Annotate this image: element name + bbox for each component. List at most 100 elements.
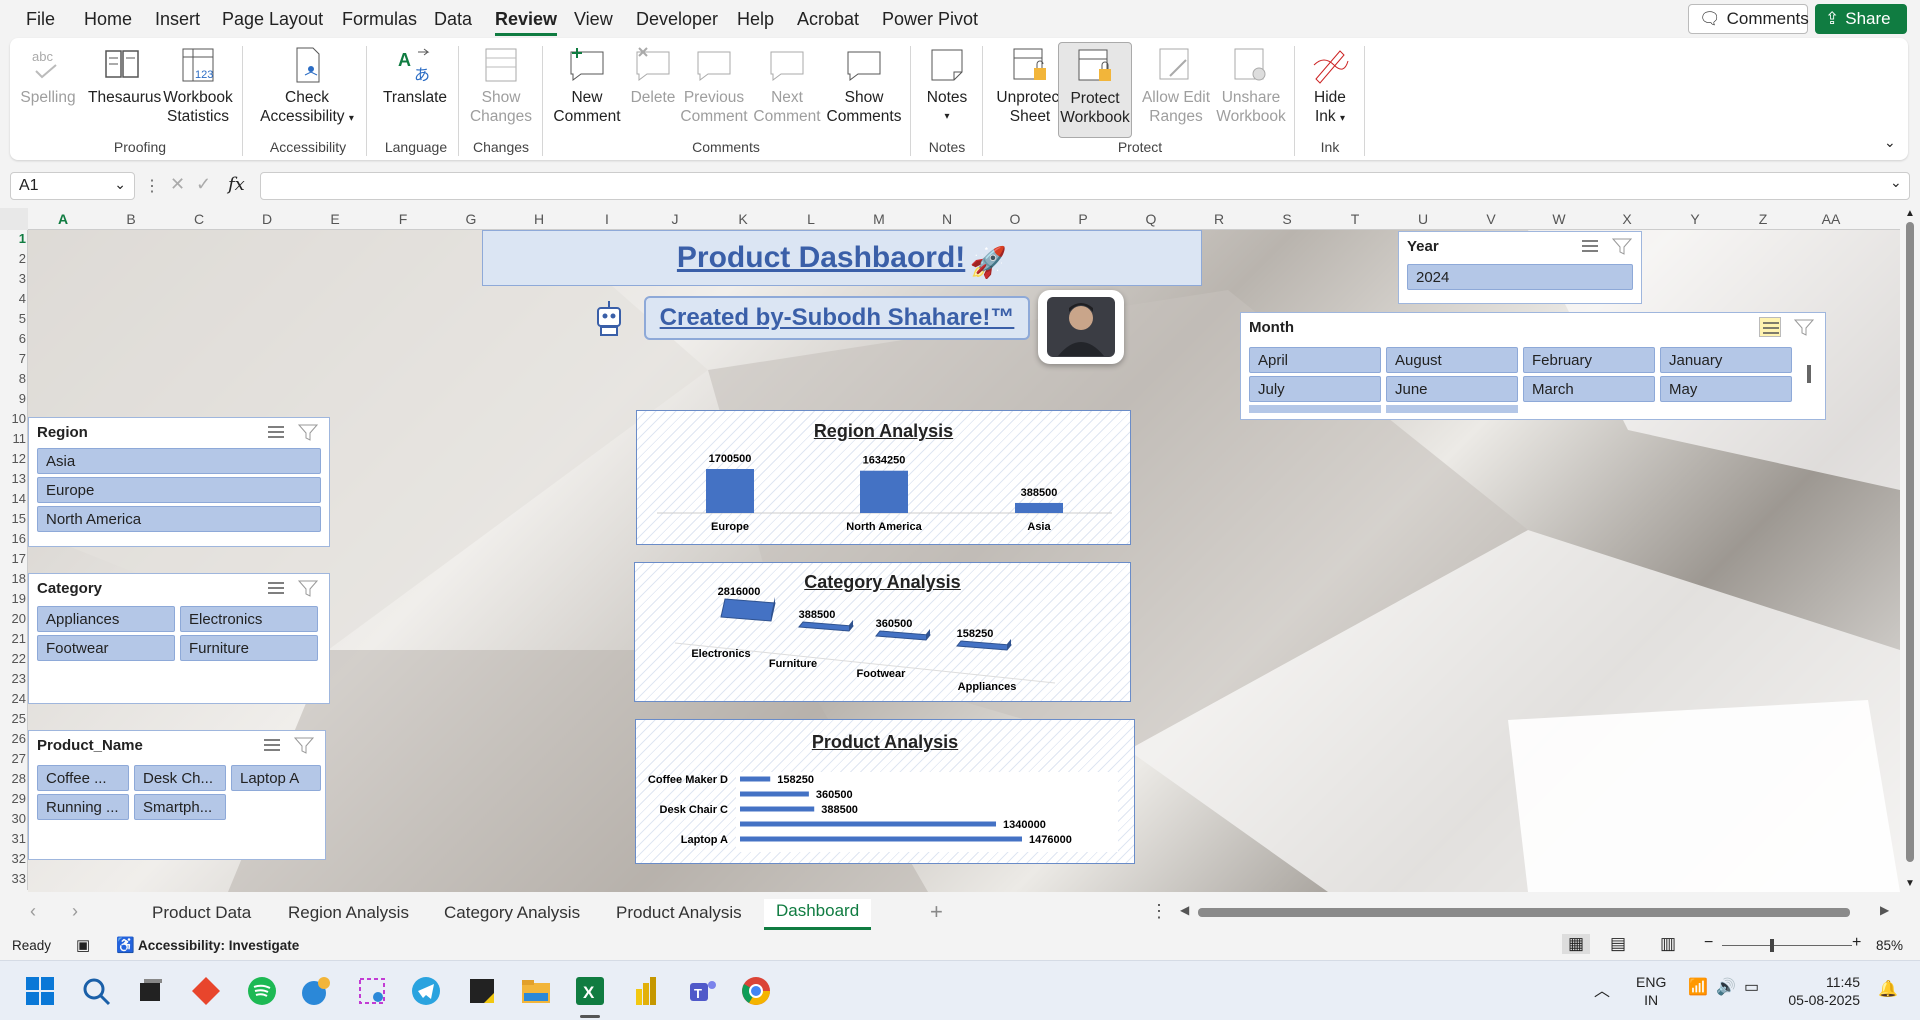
slicer-item[interactable]: Europe bbox=[37, 477, 321, 503]
tab-product-data[interactable]: Product Data bbox=[152, 903, 251, 923]
zoom-slider-thumb[interactable] bbox=[1770, 939, 1774, 952]
unshare-workbook-button[interactable]: Unshare Workbook bbox=[1214, 42, 1288, 138]
menu-view[interactable]: View bbox=[574, 9, 613, 30]
hscroll-right-icon[interactable]: ▶ bbox=[1880, 903, 1889, 917]
slicer-item[interactable]: Desk Ch... bbox=[134, 765, 226, 791]
hscroll-left-icon[interactable]: ◀ bbox=[1180, 903, 1189, 917]
column-header[interactable]: V bbox=[1476, 211, 1506, 227]
row-header[interactable]: 13 bbox=[0, 471, 26, 486]
scroll-up-icon[interactable]: ▲ bbox=[1905, 208, 1915, 219]
slicer-item[interactable]: August bbox=[1386, 347, 1518, 373]
windows-start-icon[interactable] bbox=[24, 975, 56, 1007]
slicer-item[interactable]: April bbox=[1249, 347, 1381, 373]
protect-workbook-button[interactable]: Protect Workbook bbox=[1058, 42, 1132, 138]
clear-filter-icon[interactable] bbox=[1611, 236, 1633, 256]
allow-edit-ranges-button[interactable]: Allow Edit Ranges bbox=[1136, 42, 1216, 138]
column-header[interactable]: R bbox=[1204, 211, 1234, 227]
multi-select-icon[interactable] bbox=[1579, 236, 1601, 256]
row-header[interactable]: 6 bbox=[0, 331, 26, 346]
column-header[interactable]: D bbox=[252, 211, 282, 227]
add-sheet-icon[interactable]: + bbox=[930, 899, 943, 925]
zoom-slider[interactable] bbox=[1722, 945, 1852, 946]
zoom-out-icon[interactable]: − bbox=[1704, 934, 1713, 952]
slicer-item[interactable]: Appliances bbox=[37, 606, 175, 632]
column-header[interactable]: B bbox=[116, 211, 146, 227]
translate-button[interactable]: Aあ Translate bbox=[376, 42, 454, 138]
hide-ink-button[interactable]: Hide Ink ▾ bbox=[1304, 42, 1356, 138]
slicer-item[interactable]: Smartph... bbox=[134, 794, 226, 820]
row-header[interactable]: 7 bbox=[0, 351, 26, 366]
row-header[interactable]: 19 bbox=[0, 591, 26, 606]
slicer-item[interactable]: January bbox=[1660, 347, 1792, 373]
row-header[interactable]: 3 bbox=[0, 271, 26, 286]
column-header[interactable]: N bbox=[932, 211, 962, 227]
share-button[interactable]: ⇪ Share bbox=[1815, 4, 1907, 34]
clear-filter-icon[interactable] bbox=[293, 735, 315, 755]
multi-select-icon[interactable] bbox=[1759, 317, 1781, 337]
row-header[interactable]: 8 bbox=[0, 371, 26, 386]
normal-view-icon[interactable]: ▦ bbox=[1562, 934, 1591, 954]
search-icon[interactable] bbox=[80, 975, 112, 1007]
tab-scroll-left-icon[interactable]: ‹ bbox=[30, 901, 36, 922]
show-comments-button[interactable]: Show Comments bbox=[822, 42, 906, 138]
teams-icon[interactable]: T bbox=[686, 975, 718, 1007]
row-header[interactable]: 15 bbox=[0, 511, 26, 526]
slicer-item-partial[interactable] bbox=[1386, 405, 1518, 413]
more-options-icon[interactable]: ⋮ bbox=[144, 176, 160, 196]
page-break-view-icon[interactable]: ▥ bbox=[1660, 934, 1676, 954]
row-header[interactable]: 5 bbox=[0, 311, 26, 326]
slicer-item[interactable]: February bbox=[1523, 347, 1655, 373]
vertical-scrollbar[interactable]: ▲ ▼ bbox=[1902, 208, 1918, 894]
battery-icon[interactable]: ▭ bbox=[1744, 977, 1759, 997]
row-header[interactable]: 27 bbox=[0, 751, 26, 766]
column-header[interactable]: A bbox=[48, 211, 78, 227]
menu-developer[interactable]: Developer bbox=[636, 9, 718, 30]
menu-formulas[interactable]: Formulas bbox=[342, 9, 417, 30]
multi-select-icon[interactable] bbox=[265, 578, 287, 598]
page-layout-view-icon[interactable]: ▤ bbox=[1610, 934, 1626, 954]
multi-select-icon[interactable] bbox=[261, 735, 283, 755]
menu-help[interactable]: Help bbox=[737, 9, 774, 30]
task-view-icon[interactable] bbox=[134, 975, 166, 1007]
file-explorer-icon[interactable] bbox=[520, 975, 552, 1007]
multi-select-icon[interactable] bbox=[265, 422, 287, 442]
row-header[interactable]: 28 bbox=[0, 771, 26, 786]
volume-icon[interactable]: 🔊 bbox=[1716, 977, 1736, 997]
slicer-item[interactable]: Running ... bbox=[37, 794, 129, 820]
tab-scroll-right-icon[interactable]: › bbox=[72, 901, 78, 922]
row-header[interactable]: 9 bbox=[0, 391, 26, 406]
expand-formula-icon[interactable]: ⌄ bbox=[1890, 174, 1902, 191]
row-header[interactable]: 14 bbox=[0, 491, 26, 506]
row-header[interactable]: 16 bbox=[0, 531, 26, 546]
row-header[interactable]: 11 bbox=[0, 431, 27, 446]
column-header[interactable]: I bbox=[592, 211, 622, 227]
more-sheets-icon[interactable]: ⋮ bbox=[1150, 901, 1168, 922]
power-bi-icon[interactable] bbox=[630, 975, 662, 1007]
column-header[interactable]: P bbox=[1068, 211, 1098, 227]
thesaurus-button[interactable]: Thesaurus bbox=[88, 42, 161, 138]
slicer-item[interactable]: Electronics bbox=[180, 606, 318, 632]
show-changes-button[interactable]: Show Changes bbox=[464, 42, 538, 138]
row-header[interactable]: 21 bbox=[0, 631, 26, 646]
sticky-notes-icon[interactable] bbox=[466, 975, 498, 1007]
slicer-item[interactable]: July bbox=[1249, 376, 1381, 402]
slicer-item[interactable]: June bbox=[1386, 376, 1518, 402]
macro-recording-icon[interactable]: ▣ bbox=[76, 936, 90, 954]
notes-button[interactable]: Notes ▾ bbox=[916, 42, 978, 138]
slicer-item[interactable]: May bbox=[1660, 376, 1792, 402]
tab-dashboard[interactable]: Dashboard bbox=[764, 899, 872, 930]
formula-input[interactable] bbox=[260, 172, 1910, 200]
slicer-item[interactable]: Coffee ... bbox=[37, 765, 129, 791]
row-header[interactable]: 2 bbox=[0, 251, 26, 266]
column-header[interactable]: C bbox=[184, 211, 214, 227]
spelling-button[interactable]: abc Spelling bbox=[20, 42, 76, 138]
slicer-item[interactable]: Asia bbox=[37, 448, 321, 474]
cancel-icon[interactable]: ✕ bbox=[170, 174, 185, 195]
column-header[interactable]: J bbox=[660, 211, 690, 227]
delete-comment-button[interactable]: Delete bbox=[622, 42, 684, 138]
enter-icon[interactable]: ✓ bbox=[196, 174, 211, 195]
tab-product-analysis[interactable]: Product Analysis bbox=[616, 903, 742, 923]
column-header[interactable]: Z bbox=[1748, 211, 1778, 227]
accessibility-status[interactable]: Accessibility: Investigate bbox=[138, 938, 299, 953]
column-header[interactable]: O bbox=[1000, 211, 1030, 227]
